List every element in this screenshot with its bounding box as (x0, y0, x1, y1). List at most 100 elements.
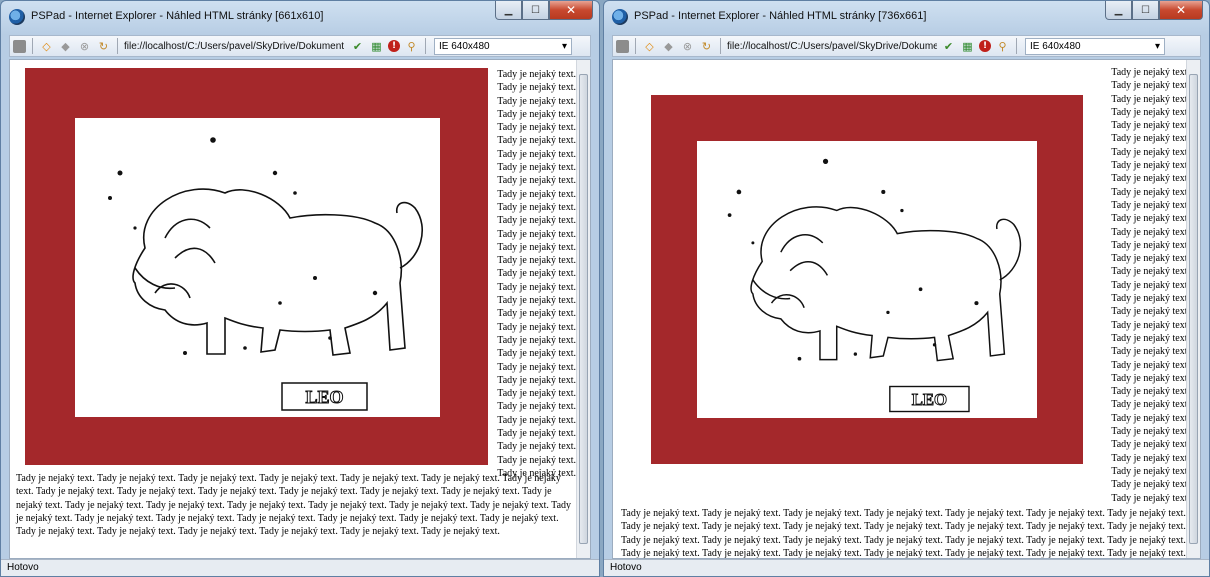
title-bar[interactable]: PSPad - Internet Explorer - Náhled HTML … (604, 1, 1209, 31)
side-text-line: Tady je nejaký text. (1111, 266, 1190, 278)
forward-icon[interactable]: ◆ (58, 39, 73, 54)
address-field[interactable]: file://localhost/C:/Users/pavel/SkyDrive… (727, 41, 937, 52)
preview-window-1: PSPad - Internet Explorer - Náhled HTML … (0, 0, 600, 577)
side-text-line: Tady je nejaký text. (1111, 133, 1190, 145)
back-icon[interactable]: ◇ (39, 39, 54, 54)
side-text-line: Tady je nejaký text. (497, 268, 576, 280)
stop-icon[interactable] (616, 39, 629, 53)
side-text-line: Tady je nejaký text. (1111, 279, 1190, 291)
page-content: LEO Tady je nejaký text. Tady je nejaký t… (613, 60, 1190, 558)
page-content: LEO Tady je nejaký text. Tady je nejaký t… (10, 60, 576, 558)
side-text-line: Tady je nejaký text. (1111, 106, 1190, 118)
leo-illustration: LEO (727, 158, 1022, 413)
window-title: PSPad - Internet Explorer - Náhled HTML … (31, 10, 324, 22)
side-text-line: Tady je nejaký text. (497, 428, 576, 440)
stop-load-icon[interactable]: ⊗ (680, 39, 695, 54)
status-bar: Hotovo (1, 559, 599, 576)
preview-viewport[interactable]: LEO Tady je nejaký text. Tady je nejaký t… (9, 59, 591, 559)
side-text-line: Tady je nejaký text. (497, 108, 576, 120)
side-text-line: Tady je nejaký text. (497, 361, 576, 373)
side-text-line: Tady je nejaký text. (1111, 465, 1190, 477)
side-text-line: Tady je nejaký text. (497, 162, 576, 174)
maximize-button[interactable]: ☐ (1132, 1, 1159, 20)
leo-label: LEO (912, 390, 947, 409)
title-bar[interactable]: PSPad - Internet Explorer - Náhled HTML … (1, 1, 599, 31)
refresh-icon[interactable]: ↻ (96, 39, 111, 54)
back-icon[interactable]: ◇ (642, 39, 657, 54)
side-text-line: Tady je nejaký text. (1111, 412, 1190, 424)
resolution-select[interactable]: IE 640x480 ▾ (1025, 37, 1165, 55)
ie-logo-icon (612, 9, 628, 25)
side-text-line: Tady je nejaký text. (1111, 359, 1190, 371)
leo-image: LEO (75, 118, 440, 417)
find-icon[interactable]: ⚲ (995, 39, 1010, 54)
red-frame: LEO (651, 95, 1083, 464)
red-frame: LEO (25, 68, 488, 465)
error-icon[interactable]: ! (979, 40, 991, 52)
star-marks (108, 137, 378, 355)
lion-drawing (750, 206, 1022, 362)
side-text-line: Tady je nejaký text. (1111, 319, 1190, 331)
table-icon[interactable]: ▦ (960, 39, 975, 54)
validate-icon[interactable]: ✔ (941, 39, 956, 54)
vertical-scrollbar[interactable] (1186, 60, 1200, 558)
side-text-line: Tady je nejaký text. (1111, 80, 1190, 92)
side-text-line: Tady je nejaký text. (497, 122, 576, 134)
side-text-line: Tady je nejaký text. (1111, 293, 1190, 305)
preview-window-2: PSPad - Internet Explorer - Náhled HTML … (603, 0, 1210, 577)
close-button[interactable]: ✕ (549, 1, 593, 20)
star-marks (727, 158, 979, 361)
preview-viewport[interactable]: LEO Tady je nejaký text. Tady je nejaký t… (612, 59, 1201, 559)
toolbar: ◇ ◆ ⊗ ↻ file://localhost/C:/Users/pavel/… (9, 35, 591, 57)
lion-drawing (132, 188, 424, 356)
side-text-line: Tady je nejaký text. (1111, 186, 1190, 198)
side-text-line: Tady je nejaký text. (497, 281, 576, 293)
side-text-line: Tady je nejaký text. (1111, 399, 1190, 411)
stop-icon[interactable] (13, 39, 26, 53)
side-text-line: Tady je nejaký text. (497, 188, 576, 200)
maximize-button[interactable]: ☐ (522, 1, 549, 20)
validate-icon[interactable]: ✔ (350, 39, 365, 54)
side-text-line: Tady je nejaký text. (497, 175, 576, 187)
side-text-line: Tady je nejaký text. (497, 295, 576, 307)
side-text-line: Tady je nejaký text. (1111, 386, 1190, 398)
vertical-scrollbar[interactable] (576, 60, 590, 558)
status-bar: Hotovo (604, 559, 1209, 576)
leo-illustration: LEO (108, 137, 424, 411)
side-text-line: Tady je nejaký text. (497, 441, 576, 453)
side-text-line: Tady je nejaký text. (1111, 492, 1190, 504)
side-text-line: Tady je nejaký text. (1111, 67, 1190, 78)
address-field[interactable]: file://localhost/C:/Users/pavel/SkyDrive… (124, 41, 346, 52)
side-text-line: Tady je nejaký text. (497, 135, 576, 147)
minimize-button[interactable]: ▁ (495, 1, 522, 20)
side-text-line: Tady je nejaký text. (497, 69, 576, 80)
table-icon[interactable]: ▦ (369, 39, 384, 54)
side-text-line: Tady je nejaký text. (497, 401, 576, 413)
side-text-line: Tady je nejaký text. (1111, 452, 1190, 464)
side-text-line: Tady je nejaký text. (497, 334, 576, 346)
side-text-line: Tady je nejaký text. (1111, 213, 1190, 225)
minimize-button[interactable]: ▁ (1105, 1, 1132, 20)
error-icon[interactable]: ! (388, 40, 400, 52)
resolution-select[interactable]: IE 640x480 ▾ (434, 37, 572, 55)
toolbar: ◇ ◆ ⊗ ↻ file://localhost/C:/Users/pavel/… (612, 35, 1201, 57)
paragraph-text: Tady je nejaký text. Tady je nejaký text… (621, 508, 1186, 559)
side-text-line: Tady je nejaký text. (1111, 199, 1190, 211)
side-text-line: Tady je nejaký text. (497, 414, 576, 426)
ie-logo-icon (9, 9, 25, 25)
close-button[interactable]: ✕ (1159, 1, 1203, 20)
side-text-line: Tady je nejaký text. (1111, 226, 1190, 238)
side-text-line: Tady je nejaký text. (497, 348, 576, 360)
side-text-line: Tady je nejaký text. (497, 454, 576, 466)
side-text-line: Tady je nejaký text. (1111, 426, 1190, 438)
side-text-line: Tady je nejaký text. (497, 241, 576, 253)
side-text-line: Tady je nejaký text. (497, 95, 576, 107)
find-icon[interactable]: ⚲ (404, 39, 419, 54)
side-text-line: Tady je nejaký text. (497, 201, 576, 213)
side-text: Tady je nejaký text. Tady je nejaký text.… (1098, 66, 1190, 505)
forward-icon[interactable]: ◆ (661, 39, 676, 54)
stop-load-icon[interactable]: ⊗ (77, 39, 92, 54)
side-text-line: Tady je nejaký text. (1111, 239, 1190, 251)
refresh-icon[interactable]: ↻ (699, 39, 714, 54)
side-text-line: Tady je nejaký text. (497, 82, 576, 94)
